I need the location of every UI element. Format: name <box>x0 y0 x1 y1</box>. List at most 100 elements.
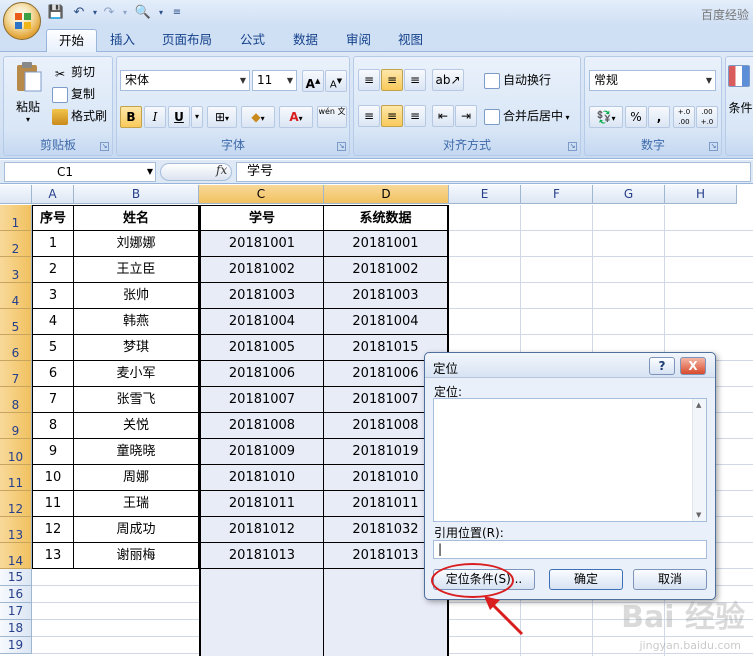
row-header-1[interactable]: 1 <box>0 205 32 231</box>
table-cell[interactable]: 4 <box>32 309 74 335</box>
table-cell[interactable]: 8 <box>32 413 74 439</box>
table-cell[interactable]: 20181012 <box>199 517 324 543</box>
table-cell[interactable]: 2 <box>32 257 74 283</box>
ok-button[interactable]: 确定 <box>549 569 623 590</box>
table-cell[interactable]: 张帅 <box>74 283 199 309</box>
table-cell[interactable]: 童晓晓 <box>74 439 199 465</box>
table-cell[interactable]: 谢丽梅 <box>74 543 199 569</box>
align-left-button[interactable]: ≡ <box>358 105 380 127</box>
table-cell[interactable]: 20181010 <box>199 465 324 491</box>
table-header-cell[interactable]: 学号 <box>199 205 324 231</box>
borders-button[interactable]: ⊞▾ <box>207 106 237 128</box>
column-header-d[interactable]: D <box>324 185 449 204</box>
paste-dropdown-icon[interactable]: ▾ <box>8 116 48 124</box>
table-cell[interactable]: 20181009 <box>199 439 324 465</box>
table-cell[interactable]: 20181001 <box>324 231 449 257</box>
table-cell[interactable]: 20181004 <box>324 309 449 335</box>
table-cell[interactable]: 6 <box>32 361 74 387</box>
table-cell[interactable]: 麦小军 <box>74 361 199 387</box>
close-button[interactable]: X <box>680 357 706 375</box>
name-box[interactable]: C1 ▼ <box>4 162 156 182</box>
redo-dropdown-icon[interactable]: ▾ <box>116 4 134 22</box>
table-cell[interactable]: 周娜 <box>74 465 199 491</box>
align-bottom-button[interactable]: ≡ <box>404 69 426 91</box>
table-cell[interactable]: 20181013 <box>199 543 324 569</box>
table-cell[interactable]: 王瑞 <box>74 491 199 517</box>
row-header-18[interactable]: 18 <box>0 620 32 637</box>
row-header-13[interactable]: 13 <box>0 517 32 543</box>
goto-list[interactable]: ▲ ▼ <box>433 398 707 522</box>
save-icon[interactable]: 💾 <box>47 4 65 22</box>
selected-column-region[interactable] <box>199 569 324 656</box>
tab-page-layout[interactable]: 页面布局 <box>150 29 224 52</box>
scroll-down-icon[interactable]: ▼ <box>696 511 701 519</box>
align-top-button[interactable]: ≡ <box>358 69 380 91</box>
alignment-launcher-icon[interactable]: ↘ <box>568 142 577 151</box>
row-header-14[interactable]: 14 <box>0 543 32 569</box>
table-cell[interactable]: 20181005 <box>199 335 324 361</box>
underline-dropdown-icon[interactable]: ▾ <box>191 106 203 128</box>
align-center-button[interactable]: ≡ <box>381 105 403 127</box>
grow-font-button[interactable]: A▲ <box>302 70 324 92</box>
reference-input[interactable]: | <box>433 540 707 559</box>
column-header-h[interactable]: H <box>665 185 737 204</box>
insert-function-icon[interactable]: fx <box>216 163 227 177</box>
underline-button[interactable]: U <box>168 106 190 128</box>
shrink-font-button[interactable]: A▼ <box>325 70 347 92</box>
comma-button[interactable]: , <box>648 106 670 128</box>
percent-button[interactable]: % <box>625 106 647 128</box>
row-header-3[interactable]: 3 <box>0 257 32 283</box>
row-header-9[interactable]: 9 <box>0 413 32 439</box>
align-right-button[interactable]: ≡ <box>404 105 426 127</box>
column-header-c[interactable]: C <box>199 185 324 204</box>
decrease-decimal-button[interactable]: .00 +.0 <box>696 106 718 128</box>
table-cell[interactable]: 梦琪 <box>74 335 199 361</box>
table-cell[interactable]: 张雪飞 <box>74 387 199 413</box>
table-cell[interactable]: 刘娜娜 <box>74 231 199 257</box>
table-cell[interactable]: 7 <box>32 387 74 413</box>
copy-button[interactable]: 复制 <box>52 85 95 103</box>
table-cell[interactable]: 20181003 <box>324 283 449 309</box>
phonetic-button[interactable]: wén 文 <box>317 106 347 128</box>
align-middle-button[interactable]: ≡ <box>381 69 403 91</box>
table-cell[interactable]: 20181006 <box>199 361 324 387</box>
table-cell[interactable]: 5 <box>32 335 74 361</box>
table-cell[interactable]: 10 <box>32 465 74 491</box>
row-header-8[interactable]: 8 <box>0 387 32 413</box>
table-cell[interactable]: 20181002 <box>324 257 449 283</box>
table-header-cell[interactable]: 序号 <box>32 205 74 231</box>
row-header-12[interactable]: 12 <box>0 491 32 517</box>
table-cell[interactable]: 11 <box>32 491 74 517</box>
table-cell[interactable]: 关悦 <box>74 413 199 439</box>
help-button[interactable]: ? <box>649 357 675 375</box>
row-header-6[interactable]: 6 <box>0 335 32 361</box>
wrap-text-button[interactable]: 自动换行 <box>484 71 551 89</box>
tab-review[interactable]: 审阅 <box>334 29 383 52</box>
table-cell[interactable]: 韩燕 <box>74 309 199 335</box>
formula-input[interactable]: 学号 <box>236 162 751 182</box>
tab-view[interactable]: 视图 <box>386 29 435 52</box>
font-name-combo[interactable]: 宋体 ▼ <box>120 70 250 91</box>
accounting-format-button[interactable]: 💱▾ <box>589 106 623 128</box>
row-header-19[interactable]: 19 <box>0 637 32 654</box>
tab-home[interactable]: 开始 <box>46 29 98 52</box>
table-cell[interactable]: 20181001 <box>199 231 324 257</box>
print-preview-icon[interactable]: 🔍 <box>134 4 152 22</box>
table-cell[interactable]: 20181004 <box>199 309 324 335</box>
table-cell[interactable]: 1 <box>32 231 74 257</box>
row-header-4[interactable]: 4 <box>0 283 32 309</box>
table-cell[interactable]: 13 <box>32 543 74 569</box>
cancel-button[interactable]: 取消 <box>633 569 707 590</box>
column-header-b[interactable]: B <box>74 185 199 204</box>
orientation-button[interactable]: ab↗ <box>432 69 464 91</box>
format-painter-button[interactable]: 格式刷 <box>52 107 107 125</box>
cut-button[interactable]: ✂ 剪切 <box>52 63 95 81</box>
table-cell[interactable]: 3 <box>32 283 74 309</box>
tab-data[interactable]: 数据 <box>281 29 330 52</box>
table-cell[interactable]: 20181011 <box>199 491 324 517</box>
column-header-g[interactable]: G <box>593 185 665 204</box>
number-format-combo[interactable]: 常规 ▼ <box>589 70 716 91</box>
table-cell[interactable]: 周成功 <box>74 517 199 543</box>
list-scrollbar[interactable]: ▲ ▼ <box>692 399 706 521</box>
font-launcher-icon[interactable]: ↘ <box>337 142 346 151</box>
